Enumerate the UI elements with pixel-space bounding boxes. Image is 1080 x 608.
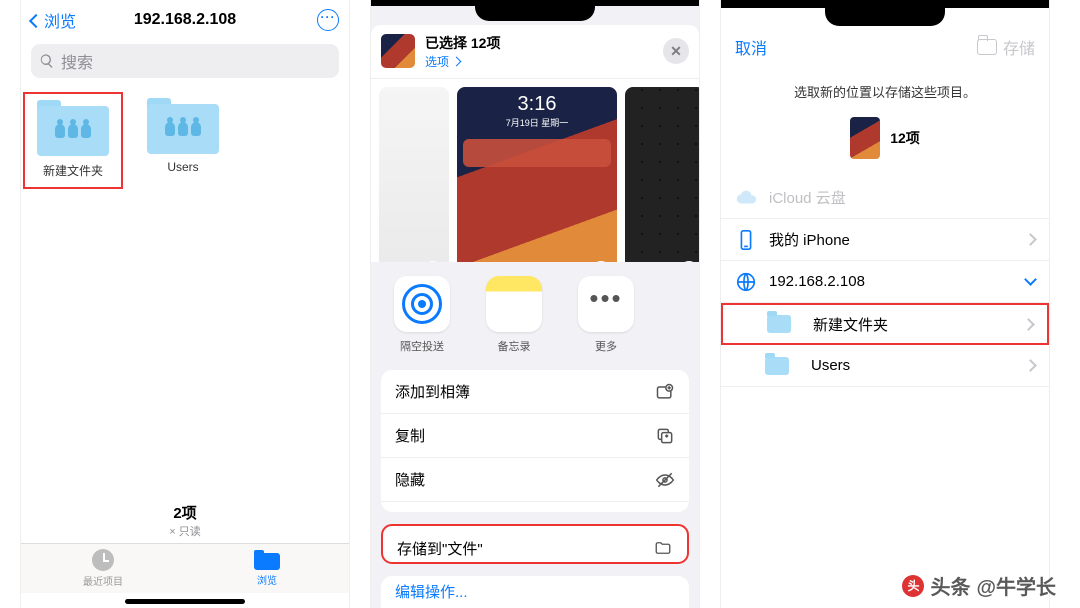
iphone-icon: [735, 229, 757, 251]
album-icon: [655, 382, 675, 402]
gallery-item[interactable]: [379, 87, 449, 262]
location-iphone[interactable]: 我的 iPhone: [721, 219, 1049, 261]
nav-bar: 浏览 192.168.2.108 ···: [21, 0, 349, 40]
watermark-author: @牛学长: [976, 571, 1056, 600]
folder-icon: [254, 550, 280, 570]
search-field[interactable]: 搜索: [31, 44, 339, 78]
tab-browse[interactable]: 浏览: [185, 544, 349, 593]
hide-icon: [655, 470, 675, 490]
location-users[interactable]: Users: [721, 345, 1049, 387]
check-icon: [591, 261, 611, 262]
cancel-button[interactable]: 取消: [735, 35, 767, 59]
action-edit[interactable]: 编辑操作...: [381, 576, 689, 608]
location-server[interactable]: 192.168.2.108: [721, 261, 1049, 303]
gallery-item[interactable]: [625, 87, 699, 262]
selection-summary: 12项: [721, 117, 1049, 159]
action-hide[interactable]: 隐藏: [381, 458, 689, 502]
more-button[interactable]: ···: [317, 9, 339, 31]
folder-icon: [765, 357, 789, 375]
screen-share-sheet: 已选择 12项 选项 ✕ 3:16 7月19日 星期一 隔空投送 备忘录 •••…: [370, 0, 700, 608]
folder-grid: 新建文件夹 Users: [21, 88, 349, 189]
preview-lockscreen: 3:16 7月19日 星期一: [457, 87, 617, 135]
cloud-icon: [735, 187, 757, 209]
search-placeholder: 搜索: [61, 49, 93, 73]
folder-new[interactable]: 新建文件夹: [23, 92, 123, 189]
back-button[interactable]: 浏览: [31, 8, 76, 32]
action-copy[interactable]: 复制: [381, 414, 689, 458]
hint-text: 选取新的位置以存储这些项目。: [721, 82, 1049, 101]
screen-location-picker: 取消 存储 选取新的位置以存储这些项目。 12项 iCloud 云盘 我的 iP…: [720, 0, 1050, 608]
notes-icon: [486, 276, 542, 332]
chevron-down-icon: [1026, 273, 1035, 290]
share-more[interactable]: ••• 更多: [569, 276, 643, 354]
share-airdrop[interactable]: 隔空投送: [385, 276, 459, 354]
action-add-album[interactable]: 添加到相簿: [381, 370, 689, 414]
search-icon: [39, 53, 55, 69]
airdrop-icon: [394, 276, 450, 332]
folder-icon: [653, 538, 673, 558]
check-icon: [679, 261, 699, 262]
location-list: iCloud 云盘 我的 iPhone 192.168.2.108 新建文件夹 …: [721, 177, 1049, 387]
save-button-disabled: 存储: [977, 35, 1035, 59]
ellipsis-icon: ···: [321, 10, 336, 24]
share-notes[interactable]: 备忘录: [477, 276, 551, 354]
close-icon: ✕: [670, 43, 682, 60]
nav-bar: 取消 存储: [721, 26, 1049, 68]
selection-title: 已选择 12项: [425, 33, 500, 53]
more-icon: •••: [578, 276, 634, 332]
watermark-prefix: 头条: [930, 571, 970, 600]
chevron-right-icon: [1026, 231, 1035, 248]
item-count: 2项: [21, 502, 349, 523]
preview-notification: [463, 139, 611, 167]
selection-thumb-icon: [381, 34, 415, 68]
selection-gallery[interactable]: 3:16 7月19日 星期一: [371, 79, 699, 262]
sheet-header: 已选择 12项 选项 ✕: [371, 25, 699, 79]
home-indicator[interactable]: [125, 599, 245, 604]
location-icloud: iCloud 云盘: [721, 177, 1049, 219]
tab-bar: 最近项目 浏览: [21, 543, 349, 593]
folder-icon: [147, 98, 219, 154]
thumb-icon: [850, 117, 880, 159]
chevron-right-icon: [1024, 316, 1033, 333]
notch: [825, 8, 945, 26]
share-apps-row: 隔空投送 备忘录 ••• 更多: [371, 262, 699, 364]
tab-recent[interactable]: 最近项目: [21, 544, 185, 593]
action-list: 添加到相簿 复制 隐藏 幻灯片: [381, 370, 689, 512]
folder-icon: [977, 39, 997, 55]
folder-icon: [37, 100, 109, 156]
folder-label: 新建文件夹: [25, 162, 121, 179]
folder-label: Users: [133, 160, 233, 174]
close-button[interactable]: ✕: [663, 38, 689, 64]
chevron-right-icon: [1026, 357, 1035, 374]
clock-icon: [92, 549, 114, 571]
action-save-files[interactable]: 存储到"文件": [381, 524, 689, 563]
watermark: 头 头条 @牛学长: [902, 571, 1056, 600]
footer-info: 2项 × 只读: [21, 502, 349, 543]
readonly-label: × 只读: [21, 523, 349, 539]
location-new-folder[interactable]: 新建文件夹: [721, 303, 1049, 345]
copy-icon: [655, 426, 675, 446]
folder-icon: [767, 315, 791, 333]
folder-users[interactable]: Users: [133, 92, 233, 189]
options-button[interactable]: 选项: [425, 53, 500, 70]
selection-count: 12项: [890, 128, 920, 148]
notch: [475, 6, 595, 21]
screen-files-browser: 浏览 192.168.2.108 ··· 搜索 新建文件夹 Users 2项 ×…: [20, 0, 350, 608]
gallery-item[interactable]: 3:16 7月19日 星期一: [457, 87, 617, 262]
action-slideshow[interactable]: 幻灯片: [381, 502, 689, 512]
watermark-logo-icon: 头: [902, 575, 924, 597]
check-icon: [423, 261, 443, 262]
globe-icon: [735, 271, 757, 293]
